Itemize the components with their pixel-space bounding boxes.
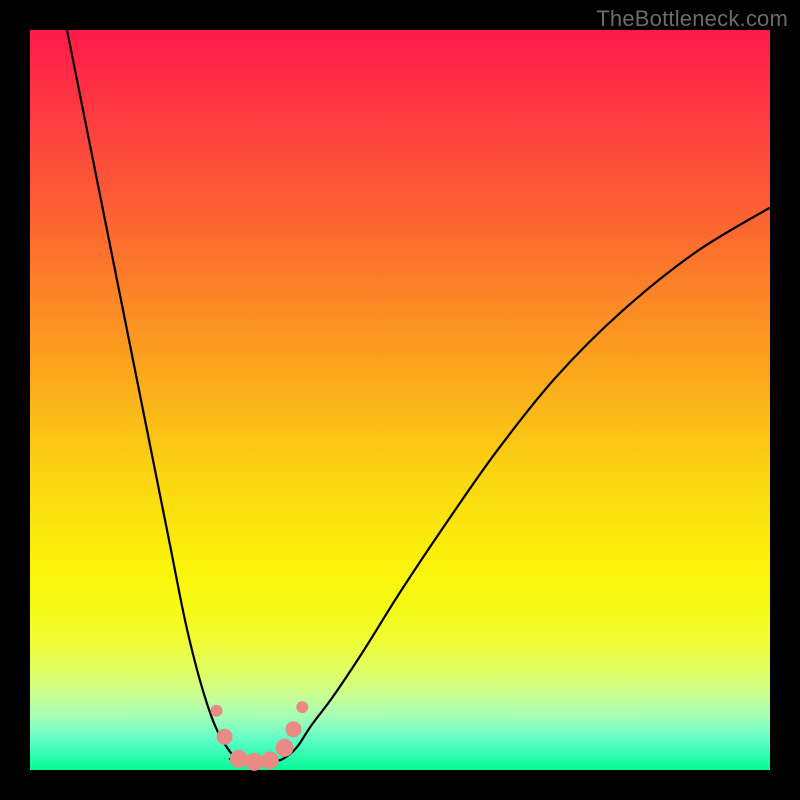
curves-layer <box>30 30 770 770</box>
left-bead-lower <box>217 729 233 745</box>
watermark-text: TheBottleneck.com <box>596 6 788 32</box>
bead-group <box>210 701 308 771</box>
floor-bead-1 <box>230 750 248 768</box>
right-curve <box>274 208 770 761</box>
left-bead-upper <box>210 705 222 717</box>
left-curve <box>67 30 274 763</box>
chart-frame: TheBottleneck.com <box>0 0 800 800</box>
right-bead-upper <box>296 701 308 713</box>
right-bead-lower <box>276 739 294 757</box>
right-bead-mid <box>285 721 301 737</box>
floor-bead-2 <box>245 753 263 771</box>
floor-bead-3 <box>261 751 279 769</box>
